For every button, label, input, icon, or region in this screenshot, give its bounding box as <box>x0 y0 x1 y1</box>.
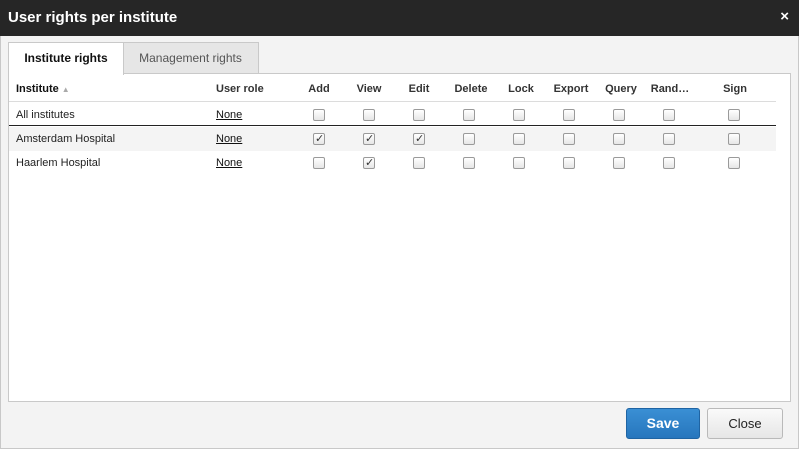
tab-institute-rights[interactable]: Institute rights <box>8 42 124 75</box>
rights-panel: Institute ▲ User role Add View Edit Delet… <box>8 73 791 402</box>
sort-ascending-icon: ▲ <box>61 85 70 94</box>
checkbox-randomize[interactable] <box>663 133 675 145</box>
checkbox-delete[interactable] <box>463 157 475 169</box>
checkbox-view[interactable] <box>363 132 375 145</box>
checkbox-view[interactable] <box>363 156 375 169</box>
save-button[interactable]: Save <box>626 408 700 439</box>
column-header-sign[interactable]: Sign <box>715 83 755 95</box>
checkbox-query[interactable] <box>613 157 625 169</box>
column-header-institute[interactable]: Institute ▲ <box>16 83 70 95</box>
table-row: Haarlem Hospital None <box>9 151 776 175</box>
dialog-titlebar: User rights per institute × <box>0 0 799 36</box>
checkbox-lock[interactable] <box>513 133 525 145</box>
checkbox-query[interactable] <box>613 109 625 121</box>
column-header-query[interactable]: Query <box>597 83 645 95</box>
checkbox-edit[interactable] <box>413 157 425 169</box>
checkbox-sign[interactable] <box>728 109 740 121</box>
table-header: Institute ▲ User role Add View Edit Delet… <box>9 78 776 102</box>
checkbox-add[interactable] <box>313 157 325 169</box>
checkbox-query[interactable] <box>613 133 625 145</box>
user-role-link[interactable]: None <box>216 109 242 121</box>
checkbox-export[interactable] <box>563 157 575 169</box>
checkbox-lock[interactable] <box>513 109 525 121</box>
institute-name: Amsterdam Hospital <box>16 133 116 145</box>
checkbox-edit[interactable] <box>413 132 425 145</box>
column-header-lock[interactable]: Lock <box>499 83 543 95</box>
checkbox-sign[interactable] <box>728 157 740 169</box>
checkbox-lock[interactable] <box>513 157 525 169</box>
table-row: All institutes None <box>9 103 776 127</box>
column-header-edit[interactable]: Edit <box>399 83 439 95</box>
checkbox-export[interactable] <box>563 109 575 121</box>
checkbox-add[interactable] <box>313 109 325 121</box>
checkbox-randomize[interactable] <box>663 109 675 121</box>
column-header-delete[interactable]: Delete <box>446 83 496 95</box>
column-header-view[interactable]: View <box>349 83 389 95</box>
table-row: Amsterdam Hospital None <box>9 127 776 151</box>
checkbox-export[interactable] <box>563 133 575 145</box>
column-header-user-role[interactable]: User role <box>216 83 264 95</box>
checkbox-edit[interactable] <box>413 109 425 121</box>
checkbox-delete[interactable] <box>463 133 475 145</box>
institute-name: All institutes <box>16 109 75 121</box>
close-icon[interactable]: × <box>780 8 789 25</box>
dialog-title: User rights per institute <box>8 9 178 26</box>
institute-name: Haarlem Hospital <box>16 157 101 169</box>
tab-management-rights[interactable]: Management rights <box>123 42 259 74</box>
user-role-link[interactable]: None <box>216 133 242 145</box>
close-button[interactable]: Close <box>707 408 783 439</box>
checkbox-sign[interactable] <box>728 133 740 145</box>
checkbox-add[interactable] <box>313 132 325 145</box>
checkbox-randomize[interactable] <box>663 157 675 169</box>
column-header-randomize[interactable]: Rand… <box>646 83 694 95</box>
checkbox-view[interactable] <box>363 109 375 121</box>
column-header-add[interactable]: Add <box>299 83 339 95</box>
column-header-export[interactable]: Export <box>545 83 597 95</box>
user-role-link[interactable]: None <box>216 157 242 169</box>
row-divider <box>9 125 776 126</box>
checkbox-delete[interactable] <box>463 109 475 121</box>
